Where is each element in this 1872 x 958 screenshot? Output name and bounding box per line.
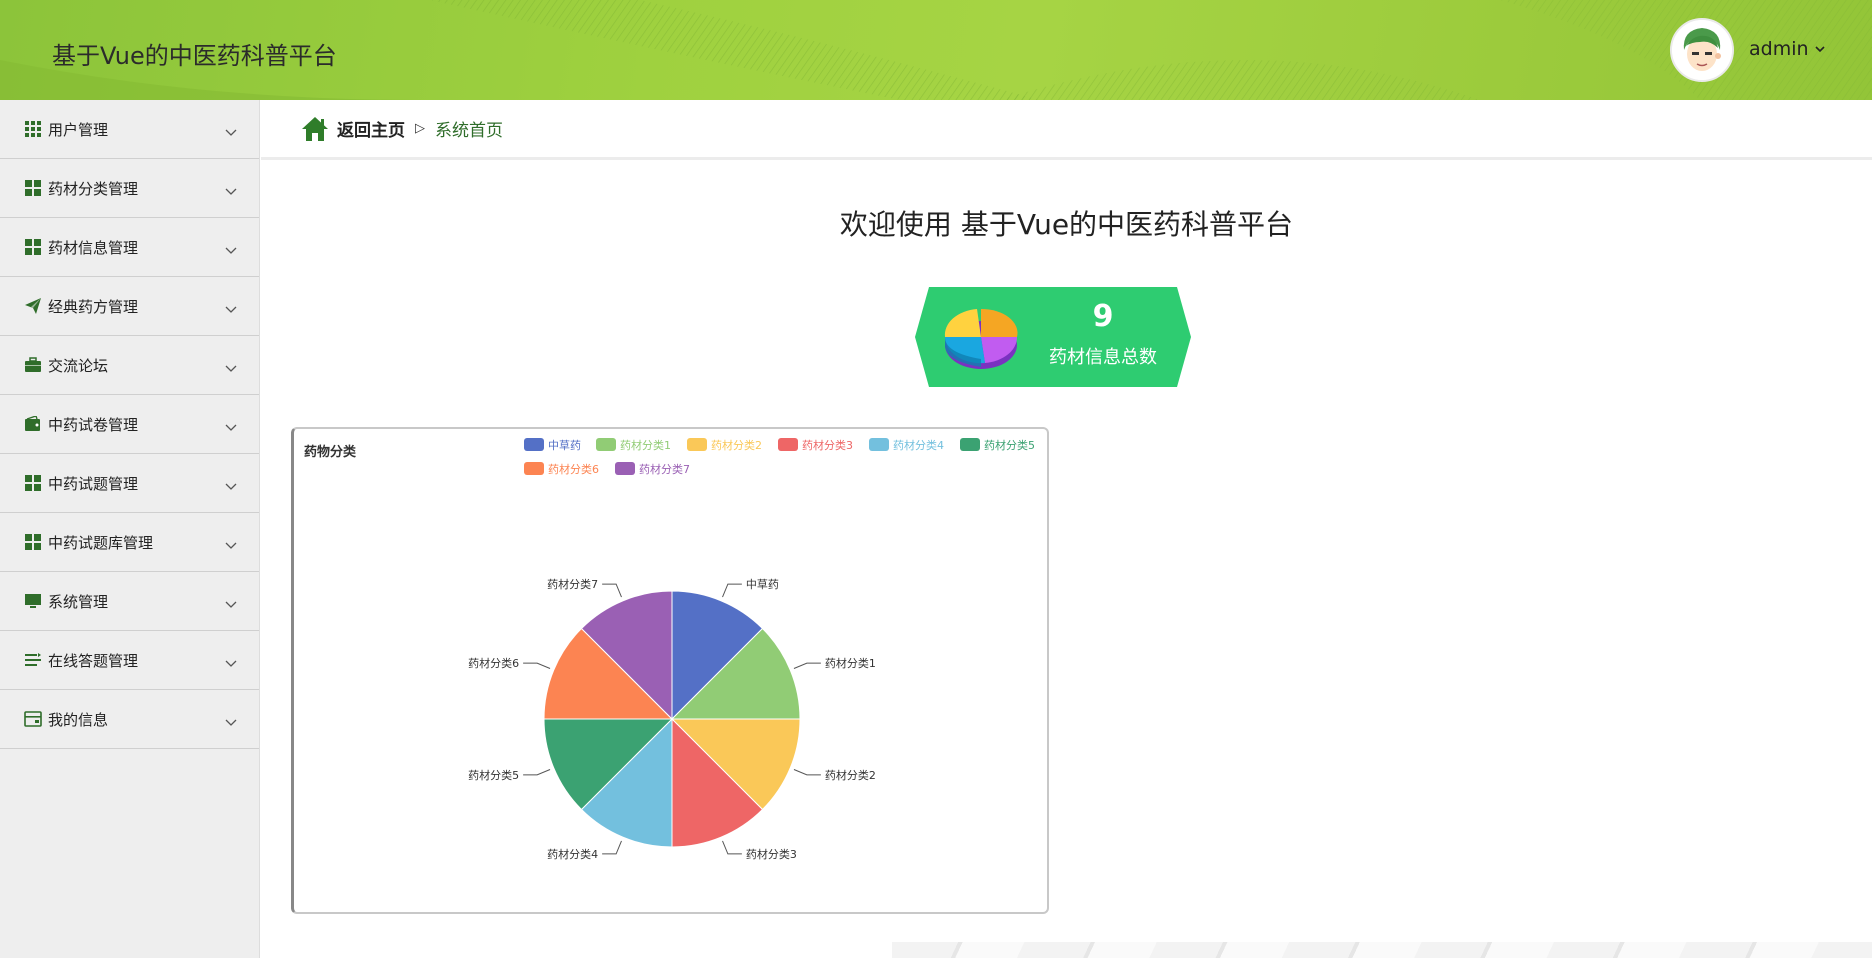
stat-value: 9 bbox=[1092, 299, 1114, 334]
sidebar-item-label: 中药试卷管理 bbox=[48, 415, 139, 434]
sidebar-item-1[interactable]: 用户管理 bbox=[0, 100, 259, 159]
avatar[interactable] bbox=[1670, 18, 1734, 82]
sidebar-item-5[interactable]: 交流论坛 bbox=[0, 336, 259, 395]
sidebar-item-11[interactable]: 我的信息 bbox=[0, 690, 259, 749]
stat-caption: 药材信息总数 bbox=[1049, 347, 1157, 368]
slice-label: 药材分类5 bbox=[468, 768, 519, 782]
paper-plane-icon bbox=[24, 297, 42, 315]
svg-text:药材分类2: 药材分类2 bbox=[711, 438, 762, 452]
slice-label: 药材分类7 bbox=[547, 577, 598, 591]
list-icon bbox=[24, 651, 42, 669]
sidebar-item-label: 药材信息管理 bbox=[48, 238, 139, 257]
label-line bbox=[793, 769, 821, 776]
home-icon[interactable] bbox=[301, 116, 329, 142]
chevron-down-icon bbox=[225, 536, 237, 549]
label-line bbox=[523, 769, 551, 776]
sidebar-item-label: 中药试题管理 bbox=[48, 474, 139, 493]
chart-title: 药物分类 bbox=[304, 444, 357, 460]
username-label: admin bbox=[1749, 38, 1809, 60]
grid-icon bbox=[24, 120, 42, 138]
breadcrumb-current: 系统首页 bbox=[435, 121, 503, 141]
chevron-down-icon bbox=[225, 241, 237, 254]
legend-item[interactable]: 药材分类4 bbox=[869, 438, 944, 452]
sidebar-item-label: 用户管理 bbox=[48, 120, 109, 139]
label-line bbox=[722, 583, 742, 598]
label-line bbox=[793, 662, 821, 669]
legend-item[interactable]: 中草药 bbox=[524, 438, 581, 452]
sidebar-item-4[interactable]: 经典药方管理 bbox=[0, 277, 259, 336]
briefcase-icon bbox=[24, 356, 42, 374]
legend-item[interactable]: 药材分类1 bbox=[596, 438, 671, 452]
sidebar-item-2[interactable]: 药材分类管理 bbox=[0, 159, 259, 218]
sidebar-item-7[interactable]: 中药试题管理 bbox=[0, 454, 259, 513]
breadcrumb-separator: ▷ bbox=[415, 121, 425, 136]
sidebar-item-10[interactable]: 在线答题管理 bbox=[0, 631, 259, 690]
apps-icon bbox=[24, 179, 42, 197]
sidebar-item-label: 在线答题管理 bbox=[48, 651, 139, 670]
slice-label: 药材分类2 bbox=[825, 768, 876, 782]
sidebar-item-9[interactable]: 系统管理 bbox=[0, 572, 259, 631]
sidebar: 用户管理药材分类管理 药材信息管理 经典药方管理 交流论坛中药试卷管理 中药试题管理 中药… bbox=[0, 100, 260, 958]
sidebar-item-label: 我的信息 bbox=[48, 710, 109, 729]
legend-item[interactable]: 药材分类5 bbox=[960, 438, 1035, 452]
label-line bbox=[722, 840, 742, 855]
apps-icon bbox=[24, 238, 42, 256]
slice-label: 药材分类6 bbox=[468, 656, 519, 670]
label-line bbox=[602, 840, 622, 855]
legend-item[interactable]: 药材分类7 bbox=[615, 462, 690, 476]
chevron-down-icon bbox=[225, 713, 237, 726]
sidebar-item-3[interactable]: 药材信息管理 bbox=[0, 218, 259, 277]
label-line bbox=[523, 662, 551, 669]
chevron-down-icon bbox=[225, 182, 237, 195]
back-home-link[interactable]: 返回主页 bbox=[337, 116, 405, 141]
apps-icon bbox=[24, 533, 42, 551]
svg-text:药材分类3: 药材分类3 bbox=[802, 438, 853, 452]
main-content: 返回主页 ▷ 系统首页 欢迎使用 基于Vue的中医药科普平台 9 药材信息总数 … bbox=[261, 100, 1872, 958]
background-decoration bbox=[892, 942, 1872, 958]
chevron-down-icon bbox=[225, 359, 237, 372]
slice-label: 药材分类3 bbox=[746, 847, 797, 861]
svg-text:中草药: 中草药 bbox=[548, 439, 581, 452]
sidebar-item-6[interactable]: 中药试卷管理 bbox=[0, 395, 259, 454]
wallet-icon bbox=[24, 415, 42, 433]
card-icon bbox=[24, 710, 42, 728]
chevron-down-icon bbox=[225, 300, 237, 313]
apps-icon bbox=[24, 474, 42, 492]
breadcrumb: 返回主页 ▷ 系统首页 bbox=[261, 100, 1872, 160]
chevron-down-icon bbox=[225, 418, 237, 431]
legend-item[interactable]: 药材分类2 bbox=[687, 438, 762, 452]
svg-text:药材分类1: 药材分类1 bbox=[620, 438, 671, 452]
stat-card: 9 药材信息总数 bbox=[915, 287, 1191, 387]
chart-card: 药物分类 中草药 药材分类1 药材分类2 药材分类3 药材分类4 药材分类5 药材分类6 药材分… bbox=[291, 427, 1049, 914]
slice-label: 中草药 bbox=[746, 578, 779, 591]
welcome-heading: 欢迎使用 基于Vue的中医药科普平台 bbox=[839, 208, 1294, 241]
svg-text:药材分类5: 药材分类5 bbox=[984, 438, 1035, 452]
chevron-down-icon bbox=[225, 595, 237, 608]
user-menu[interactable]: admin bbox=[1749, 38, 1825, 60]
sidebar-item-label: 药材分类管理 bbox=[48, 179, 139, 198]
sidebar-item-8[interactable]: 中药试题库管理 bbox=[0, 513, 259, 572]
svg-text:药材分类4: 药材分类4 bbox=[893, 438, 944, 452]
chevron-down-icon bbox=[225, 654, 237, 667]
monitor-icon bbox=[24, 592, 42, 610]
sidebar-item-label: 中药试题库管理 bbox=[48, 533, 154, 552]
label-line bbox=[602, 583, 622, 598]
slice-label: 药材分类4 bbox=[547, 847, 598, 861]
pie-chart-icon bbox=[944, 308, 1018, 369]
pie-chart: 药物分类 中草药 药材分类1 药材分类2 药材分类3 药材分类4 药材分类5药材分类6 药材分… bbox=[304, 438, 1035, 861]
chevron-down-icon bbox=[1814, 42, 1825, 56]
svg-text:药材分类6: 药材分类6 bbox=[548, 462, 599, 476]
sidebar-item-label: 交流论坛 bbox=[48, 356, 109, 375]
chevron-down-icon bbox=[225, 123, 237, 136]
top-header: 基于Vue的中医药科普平台 admin bbox=[0, 0, 1872, 100]
legend-item[interactable]: 药材分类3 bbox=[778, 438, 853, 452]
legend-item[interactable]: 药材分类6 bbox=[524, 462, 599, 476]
svg-text:药材分类7: 药材分类7 bbox=[639, 462, 690, 476]
app-title: 基于Vue的中医药科普平台 bbox=[52, 42, 337, 70]
slice-label: 药材分类1 bbox=[825, 656, 876, 670]
chevron-down-icon bbox=[225, 477, 237, 490]
sidebar-item-label: 经典药方管理 bbox=[48, 297, 139, 316]
sidebar-item-label: 系统管理 bbox=[48, 592, 109, 611]
